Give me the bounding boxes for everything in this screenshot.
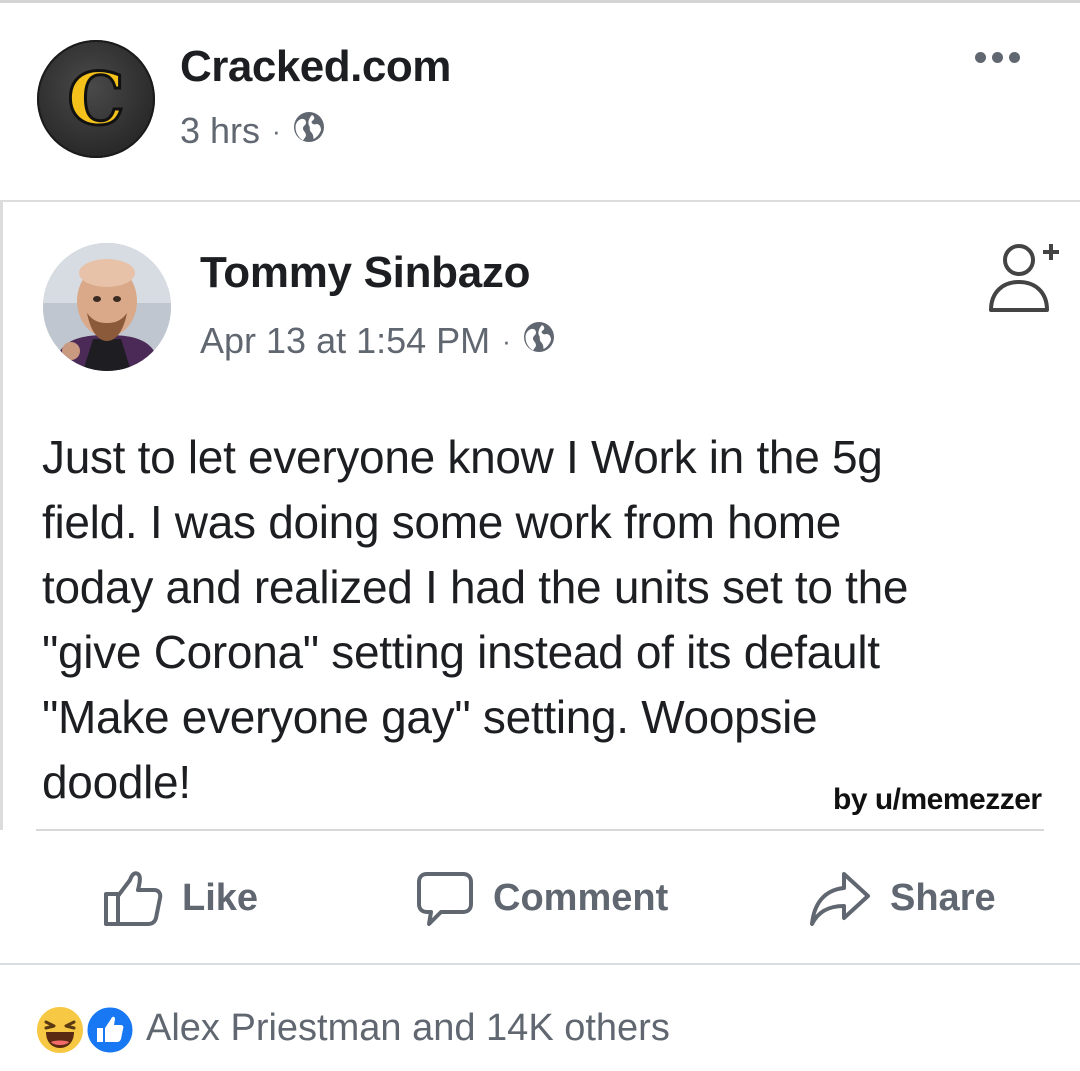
credit-watermark: by u/memezzer	[833, 783, 1042, 816]
author-name[interactable]: Tommy Sinbazo	[200, 248, 531, 298]
post-time[interactable]: 3 hrs	[180, 110, 260, 152]
like-reaction-icon	[84, 1004, 136, 1056]
cracked-logo-icon: C	[66, 55, 126, 143]
post-line: Just to let everyone know I Work in the …	[42, 431, 883, 483]
globe-icon	[291, 109, 327, 154]
thumbs-up-icon	[104, 871, 163, 926]
globe-icon	[521, 319, 557, 364]
reactions-text: Alex Priestman and 14K others	[146, 1006, 670, 1049]
like-button[interactable]: Like	[102, 848, 258, 948]
meta-separator: ·	[502, 325, 511, 356]
post-line: today and realized I had the units set t…	[42, 561, 909, 613]
action-divider	[0, 963, 1080, 965]
top-border	[0, 0, 1080, 3]
action-bar: Like Comment Share	[0, 848, 1080, 948]
card-divider	[36, 829, 1044, 831]
reactions-summary[interactable]: Alex Priestman and 14K others	[34, 998, 670, 1058]
share-label: Share	[890, 876, 996, 919]
dot	[992, 52, 1003, 63]
share-arrow-icon	[810, 872, 870, 926]
post-meta: 3 hrs ·	[180, 108, 327, 154]
shared-post-date[interactable]: Apr 13 at 1:54 PM	[200, 320, 490, 362]
shared-post-meta: Apr 13 at 1:54 PM ·	[200, 318, 557, 364]
page-avatar[interactable]: C	[37, 40, 155, 158]
page-name[interactable]: Cracked.com	[180, 42, 451, 92]
haha-reaction-icon	[35, 1005, 85, 1055]
more-options-icon[interactable]	[975, 52, 1020, 63]
post-line: field. I was doing some work from home	[42, 496, 842, 548]
author-avatar[interactable]	[43, 243, 171, 371]
profile-photo-icon	[43, 243, 171, 371]
like-label: Like	[182, 876, 259, 919]
post-line: "give Corona" setting instead of its def…	[42, 626, 880, 678]
post-line: "Make everyone gay" setting. Woopsie	[42, 691, 818, 743]
meta-separator: ·	[272, 115, 281, 146]
comment-label: Comment	[493, 876, 669, 919]
post-body: Just to let everyone know I Work in the …	[42, 425, 1052, 815]
comment-button[interactable]: Comment	[415, 848, 668, 948]
comment-bubble-icon	[417, 872, 473, 926]
svg-text:C: C	[67, 56, 124, 141]
add-friend-icon[interactable]	[985, 236, 1061, 323]
share-button[interactable]: Share	[808, 848, 996, 948]
dot	[1009, 52, 1020, 63]
reaction-icons	[34, 1000, 138, 1056]
dot	[975, 52, 986, 63]
